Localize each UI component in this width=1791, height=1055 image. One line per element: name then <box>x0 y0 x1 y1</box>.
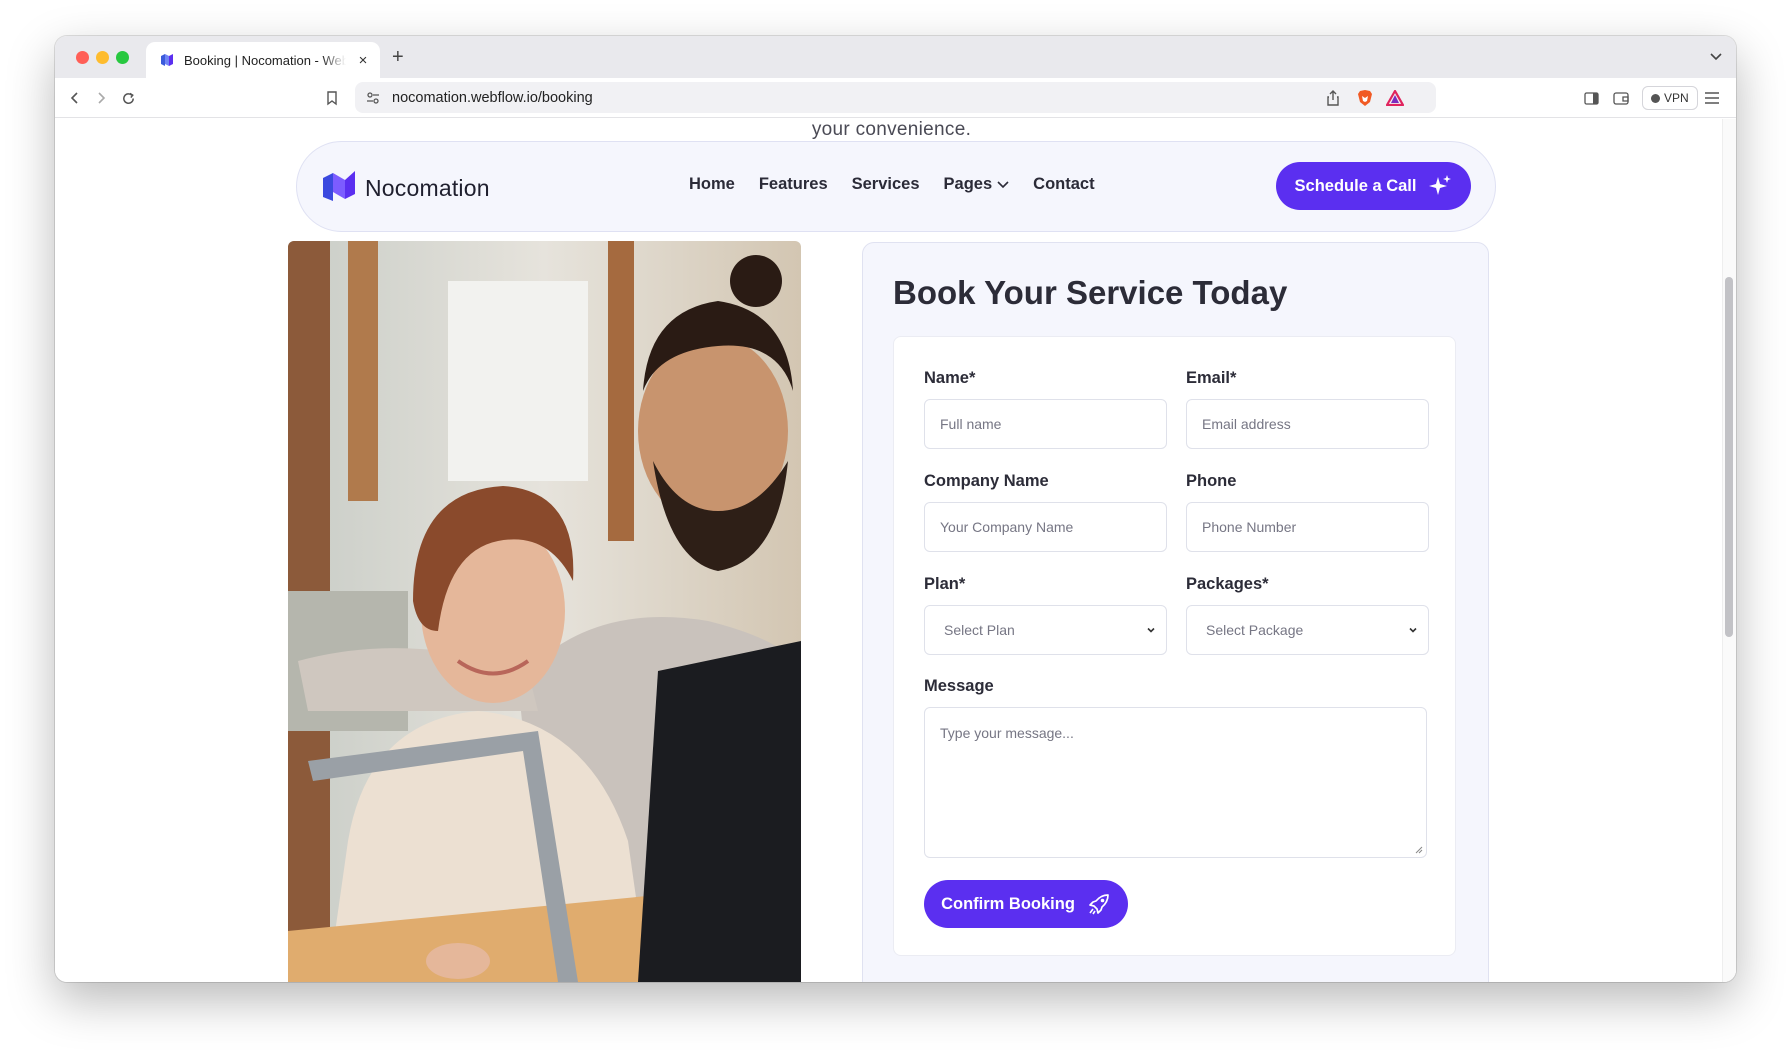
schedule-call-label: Schedule a Call <box>1294 176 1417 195</box>
tab-bar: Booking | Nocomation - Webflow × + <box>55 36 1736 78</box>
packages-label: Packages* <box>1186 575 1269 593</box>
message-label: Message <box>924 677 994 695</box>
reload-icon[interactable] <box>118 88 138 108</box>
nav-link-contact[interactable]: Contact <box>1033 175 1094 194</box>
vpn-label: VPN <box>1664 91 1689 105</box>
form-title: Book Your Service Today <box>893 274 1288 311</box>
chevron-down-icon <box>1147 627 1155 633</box>
menu-icon[interactable] <box>1702 88 1722 108</box>
brave-rewards-icon[interactable] <box>1385 88 1405 108</box>
team-photo <box>288 241 801 982</box>
vpn-button[interactable]: VPN <box>1642 86 1698 110</box>
email-placeholder: Email address <box>1202 416 1291 432</box>
email-input[interactable]: Email address <box>1186 399 1429 449</box>
brave-shield-icon[interactable] <box>1355 88 1375 108</box>
phone-input[interactable]: Phone Number <box>1186 502 1429 552</box>
company-placeholder: Your Company Name <box>940 519 1074 535</box>
address-bar[interactable]: nocomation.webflow.io/booking <box>355 82 1436 113</box>
name-placeholder: Full name <box>940 416 1002 432</box>
browser-toolbar: nocomation.webflow.io/booking VPN <box>55 78 1736 118</box>
rocket-icon <box>1089 894 1109 915</box>
site-settings-icon[interactable] <box>363 88 383 108</box>
nav-link-features[interactable]: Features <box>759 175 828 194</box>
maximize-window-button[interactable] <box>116 51 129 64</box>
email-label: Email* <box>1186 369 1237 387</box>
nav-dropdown-pages[interactable]: Pages <box>944 175 1010 194</box>
company-input[interactable]: Your Company Name <box>924 502 1167 552</box>
confirm-booking-button[interactable]: Confirm Booking <box>924 880 1128 928</box>
booking-form-panel: Book Your Service Today Name* Full name … <box>862 242 1489 982</box>
active-tab[interactable]: Booking | Nocomation - Webflow × <box>146 42 380 78</box>
bookmark-icon[interactable] <box>322 88 342 108</box>
phone-placeholder: Phone Number <box>1202 519 1297 535</box>
minimize-window-button[interactable] <box>96 51 109 64</box>
phone-label: Phone <box>1186 472 1237 490</box>
tab-close-icon[interactable]: × <box>356 52 370 69</box>
chevron-down-icon[interactable] <box>1708 48 1724 64</box>
nav-link-pages: Pages <box>943 175 993 193</box>
new-tab-icon[interactable]: + <box>392 46 404 69</box>
back-icon[interactable] <box>65 88 85 108</box>
sparkle-icon <box>1429 175 1452 195</box>
plan-label: Plan* <box>924 575 966 593</box>
schedule-call-button[interactable]: Schedule a Call <box>1276 162 1471 210</box>
share-icon[interactable] <box>1323 88 1343 108</box>
nav-link-services[interactable]: Services <box>852 175 920 194</box>
browser-window: Booking | Nocomation - Webflow × + <box>55 36 1736 982</box>
sidebar-toggle-icon[interactable] <box>1581 88 1601 108</box>
hero-text-tail: your convenience. <box>811 119 972 140</box>
nocomation-favicon-icon <box>160 53 174 67</box>
chevron-down-icon <box>997 180 1009 188</box>
screen: Booking | Nocomation - Webflow × + <box>0 0 1791 1055</box>
forward-icon[interactable] <box>91 88 111 108</box>
company-label: Company Name <box>924 472 1049 490</box>
plan-selected-value: Select Plan <box>944 622 1015 638</box>
name-label: Name* <box>924 369 976 387</box>
site-navbar: Nocomation Home Features Services Pages … <box>296 141 1496 232</box>
url-text: nocomation.webflow.io/booking <box>392 90 593 106</box>
booking-form: Name* Full name Email* Email address Com… <box>893 336 1456 956</box>
nocomation-logo-icon <box>321 168 357 209</box>
plan-select[interactable]: Select Plan <box>924 605 1167 655</box>
tab-title: Booking | Nocomation - Webflow <box>184 52 346 68</box>
nav-links: Home Features Services Pages Contact <box>689 175 1095 194</box>
brand-logo-link[interactable]: Nocomation <box>321 168 490 209</box>
confirm-booking-label: Confirm Booking <box>941 894 1075 913</box>
packages-select[interactable]: Select Package <box>1186 605 1429 655</box>
message-textarea[interactable]: Type your message... <box>924 707 1427 858</box>
brand-name: Nocomation <box>365 175 490 201</box>
message-placeholder: Type your message... <box>940 725 1074 741</box>
page-scrollbar[interactable] <box>1722 119 1736 982</box>
page-viewport: your convenience. Nocomation Home Featur… <box>55 119 1736 982</box>
nav-link-home[interactable]: Home <box>689 175 735 194</box>
chevron-down-icon <box>1409 627 1417 633</box>
wallet-icon[interactable] <box>1611 88 1631 108</box>
name-input[interactable]: Full name <box>924 399 1167 449</box>
scrollbar-thumb[interactable] <box>1725 277 1733 637</box>
vpn-status-icon <box>1651 93 1660 103</box>
close-window-button[interactable] <box>76 51 89 64</box>
resize-grip-icon[interactable] <box>1414 845 1423 854</box>
packages-selected-value: Select Package <box>1206 622 1304 638</box>
